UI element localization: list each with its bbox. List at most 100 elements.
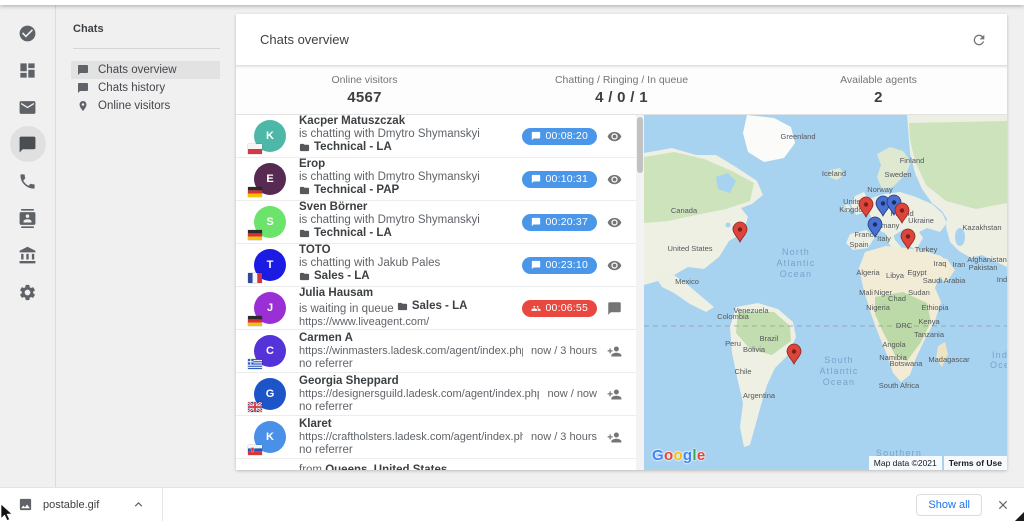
download-item[interactable]: postable.gif [14,488,156,521]
referrer-info: no referrer [299,444,523,457]
person-add-icon[interactable] [607,430,622,445]
map-label: Saudi Arabia [923,276,966,285]
map-label: Turkey [915,245,938,254]
chat-status: is chatting with Dmytro Shymanskyi [299,171,514,184]
visitors-map[interactable]: GreenlandIcelandCanadaUnited StatesMexic… [644,115,1007,470]
avatar: K [254,421,286,453]
chat-list-item[interactable]: JJulia Hausamis waiting in queue Sales -… [236,287,636,330]
department-tag: Technical - LA [299,227,392,240]
department-tag: Sales - LA [397,300,468,313]
top-strip [0,0,1024,5]
referrer-info: no referrer [299,358,523,371]
scrollbar-thumb[interactable] [637,117,643,173]
menu-item-chats-overview[interactable]: Chats overview [71,61,220,79]
visitor-name: Sven Börner [299,201,514,214]
visitor-name: Julia Hausam [299,287,514,300]
eye-icon[interactable] [607,129,622,144]
map-label: Canada [671,206,698,215]
menu-divider [73,48,220,49]
chat-icon [531,131,541,141]
chat-info: Sven Börneris chatting with Dmytro Shyma… [299,201,514,243]
chat-info: Klarethttps://craftholsters.ladesk.com/a… [299,418,523,457]
map-label: Tanzania [914,330,945,339]
refresh-icon[interactable] [971,32,987,48]
show-all-button[interactable]: Show all [916,494,982,516]
chat-list-item[interactable]: TTOTOis chatting with Jakub PalesSales -… [236,244,636,287]
avatar: K [254,120,286,152]
timer-value: 00:20:37 [546,216,588,228]
menu-item-online-visitors[interactable]: Online visitors [71,97,220,115]
map-label: Pakistan [969,263,998,272]
chat-list-item[interactable]: from Queens, United States [236,459,636,470]
map-label: Iceland [822,169,846,178]
flag-de-icon [248,316,262,326]
map-label: Kazakhstan [962,223,1001,232]
chat-list-item[interactable]: K Kacper Matuszczakis chatting with Dmytr… [236,115,636,158]
eye-icon[interactable] [607,215,622,230]
sidebar-item-tickets[interactable] [10,15,46,51]
sidebar-item-dashboard[interactable] [10,52,46,88]
chat-timer-badge: 00:20:37 [522,214,597,231]
sidebar-item-company[interactable] [10,237,46,273]
visitor-name: Erop [299,158,514,171]
map-label: South Africa [879,381,920,390]
ocean-label: Atlantic [819,366,858,376]
chat-department: Technical - LA [299,141,514,157]
chat-icon[interactable] [607,301,622,316]
eye-icon[interactable] [607,258,622,273]
map-label: Chile [734,367,751,376]
map-label: Iraq [934,259,947,268]
chat-list-item[interactable]: SSven Börneris chatting with Dmytro Shym… [236,201,636,244]
terms-of-use-link[interactable]: Terms of Use [944,456,1007,470]
stat-value: 4 / 0 / 1 [595,89,648,106]
flag-sk-icon [248,445,262,455]
chat-list-item[interactable]: EEropis chatting with Dmytro ShymanskyiT… [236,158,636,201]
map-label: Mali [859,288,873,297]
chat-list-scrollbar[interactable] [636,115,644,470]
map-label: Italy [877,234,891,243]
chevron-up-icon[interactable] [131,497,146,512]
file-thumbnail-icon [18,497,33,512]
department-tag: Technical - PAP [299,184,399,197]
chat-list-item[interactable]: CCarmen Ahttps://winmasters.ladesk.com/a… [236,330,636,373]
cursor-fragment [1015,512,1024,521]
flag-de-icon [248,187,262,197]
person-add-icon[interactable] [607,387,622,402]
map-label: Kenya [918,317,940,326]
dashboard-icon [18,61,37,80]
department-tag: Sales - LA [299,270,370,283]
map-label: Mexico [675,277,699,286]
person-add-icon[interactable] [607,344,622,359]
ocean-label: Ocean [780,269,813,279]
stat-label: Chatting / Ringing / In queue [555,74,688,86]
visitor-url: https://designersguild.ladesk.com/agent/… [299,388,539,401]
chat-list-item[interactable]: K Klarethttps://craftholsters.ladesk.com/… [236,416,636,459]
menu-title: Chats [71,23,236,35]
map-label: Algeria [856,268,880,277]
chat-info: Carmen Ahttps://winmasters.ladesk.com/ag… [299,332,523,371]
close-icon[interactable] [996,498,1010,512]
referrer-info: no referrer [299,401,539,414]
secondary-sidebar: Chats Chats overviewChats historyOnline … [57,5,236,487]
map-label: Finland [900,156,925,165]
eye-icon[interactable] [607,172,622,187]
flag-de-icon [248,230,262,240]
sidebar-item-settings[interactable] [10,274,46,310]
app-window: Chats Chats overviewChats historyOnline … [0,0,1024,521]
map-label: Colombia [717,312,750,321]
world-map-canvas: GreenlandIcelandCanadaUnited StatesMexic… [644,115,1007,470]
stat-label: Available agents [840,74,917,86]
map-label: Angola [882,340,906,349]
sidebar-item-chats[interactable] [10,126,46,162]
menu-item-chats-history[interactable]: Chats history [71,79,220,97]
timer-value: 00:08:20 [546,130,588,142]
sidebar-item-calls[interactable] [10,163,46,199]
map-label: Norway [867,185,893,194]
sidebar-item-contacts[interactable] [10,200,46,236]
chat-list-item[interactable]: GGeorgia Sheppardhttps://designersguild.… [236,373,636,416]
stat-online-visitors: Online visitors4567 [236,66,493,114]
chat-info: Kacper Matuszczakis chatting with Dmytro… [299,115,514,157]
avatar: J [254,292,286,324]
sidebar-item-mail[interactable] [10,89,46,125]
map-label: Argentina [743,391,776,400]
